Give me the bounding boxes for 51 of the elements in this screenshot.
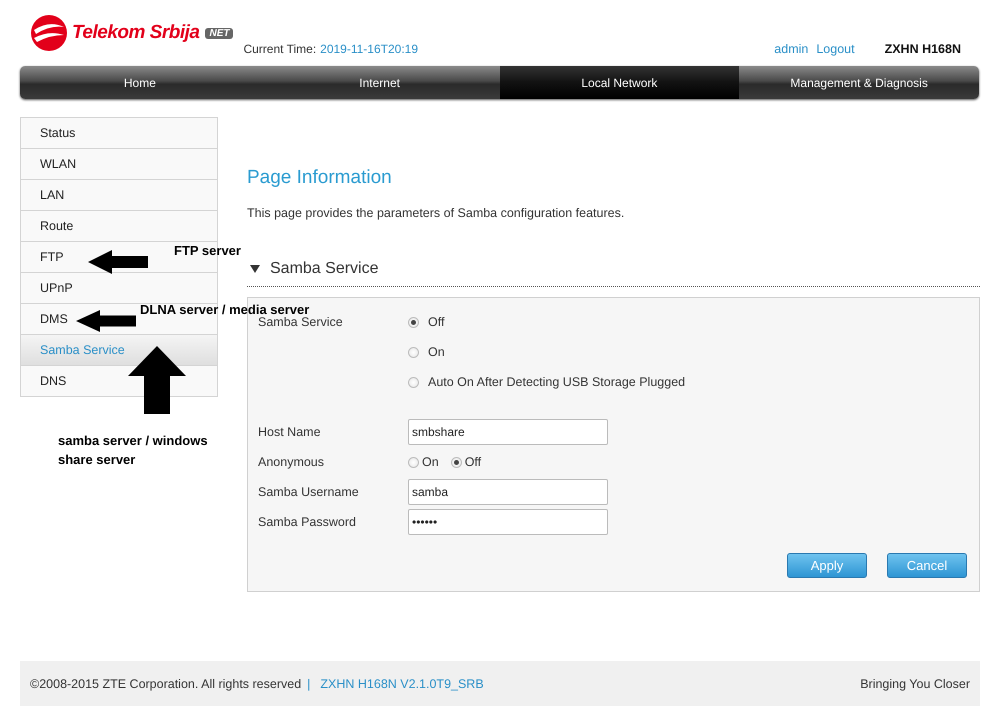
- nav-tab[interactable]: Home: [20, 66, 260, 99]
- option-label: On: [422, 455, 439, 469]
- sidebar-item[interactable]: UPnP: [40, 281, 73, 295]
- copyright-text: ©2008-2015 ZTE Corporation. All rights reserved: [30, 676, 302, 690]
- field-label: Samba Password: [258, 515, 357, 529]
- left-arrow-icon: [76, 310, 136, 332]
- sidebar-item[interactable]: Status: [40, 126, 76, 140]
- radio-button[interactable]: [408, 376, 419, 388]
- radio-button[interactable]: [408, 346, 419, 358]
- option-label: On: [428, 345, 445, 359]
- username-field[interactable]: samba: [408, 479, 608, 505]
- up-arrow-icon: [128, 346, 186, 414]
- sidebar-item[interactable]: DMS: [40, 312, 68, 326]
- host-name-field[interactable]: smbshare: [408, 419, 608, 445]
- logo-icon: [30, 14, 68, 52]
- sidebar-item[interactable]: WLAN: [40, 157, 76, 171]
- section-header[interactable]: Samba Service: [247, 260, 980, 287]
- sidebar-item[interactable]: Route: [40, 219, 74, 233]
- page-title: Page Information: [247, 167, 393, 189]
- field-label: Samba Service: [258, 315, 344, 329]
- model-name: ZXHN H168N: [884, 42, 961, 56]
- user-link[interactable]: admin: [774, 42, 808, 56]
- sidebar-item[interactable]: DNS: [40, 374, 66, 388]
- option-label: Off: [428, 315, 444, 329]
- option-label: Auto On After Detecting USB Storage Plugged: [428, 375, 686, 389]
- page-description: This page provides the parameters of Samba configuration features.: [247, 206, 626, 220]
- field-label: Samba Username: [258, 485, 360, 499]
- radio-button[interactable]: [408, 316, 419, 328]
- current-time: 2019-11-16T20:19: [320, 42, 418, 56]
- slogan-text: Bringing You Closer: [860, 676, 970, 690]
- time-label: Current Time:: [243, 42, 316, 56]
- brand-name: Telekom Srbija: [72, 22, 200, 44]
- brand-badge: NET: [205, 28, 234, 38]
- field-label: Host Name: [258, 425, 322, 439]
- sidebar-item[interactable]: LAN: [40, 188, 64, 202]
- version-text: ZXHN H168N V2.1.0T9_SRB: [320, 676, 484, 690]
- annotation-label: FTP server: [174, 243, 241, 258]
- nav-tab[interactable]: Local Network: [500, 66, 740, 99]
- password-field[interactable]: ••••••: [408, 509, 608, 535]
- footer-separator: |: [307, 676, 310, 690]
- logout-link[interactable]: Logout: [816, 42, 855, 56]
- left-arrow-icon: [88, 250, 148, 274]
- field-label: Anonymous: [258, 455, 326, 469]
- nav-tab[interactable]: Internet: [260, 66, 500, 99]
- annotation-label: samba server / windows share server: [58, 432, 208, 469]
- option-label: Off: [464, 455, 482, 469]
- radio-button[interactable]: [450, 456, 462, 468]
- sidebar-item[interactable]: FTP: [40, 250, 64, 264]
- nav-tab[interactable]: Management & Diagnosis: [739, 66, 979, 99]
- annotation-label: DLNA server / media server: [140, 302, 310, 317]
- radio-button[interactable]: [408, 456, 419, 468]
